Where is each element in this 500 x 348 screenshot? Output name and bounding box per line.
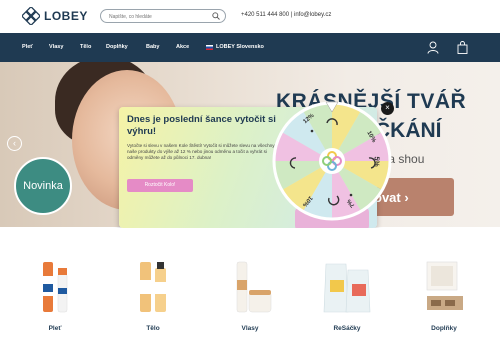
category-label: Pleť xyxy=(48,325,62,332)
logo-mark-icon xyxy=(22,7,40,25)
close-popup-button[interactable]: × xyxy=(381,102,394,115)
nav-item-akce[interactable]: Akce xyxy=(176,44,189,50)
header: LOBEY +420 511 444 800 | info@lobey.cz xyxy=(0,0,500,33)
category-vlasy[interactable]: Vlasy xyxy=(215,258,285,340)
spin-button[interactable]: Roztočit Kolo! xyxy=(127,179,193,192)
nav-item-doplnky[interactable]: Doplňky xyxy=(106,44,128,50)
nav-label: Baby xyxy=(146,44,160,50)
popup-body: Vytočte si slevu v našem Kole Štěstí! Vy… xyxy=(127,143,275,160)
page: LOBEY +420 511 444 800 | info@lobey.cz P… xyxy=(0,0,500,348)
slider-prev-button[interactable]: ‹ xyxy=(7,136,22,151)
main-nav: Pleť Vlasy Tělo Doplňky Baby Akce LOBEY … xyxy=(0,33,500,62)
category-resacky[interactable]: ReSáčky xyxy=(312,258,382,340)
nav-label: Akce xyxy=(176,44,190,50)
category-label: Doplňky xyxy=(431,325,457,332)
logo[interactable]: LOBEY xyxy=(22,7,88,25)
nav-label: LOBEY Slovensko xyxy=(216,44,264,50)
wheel-label: 5% xyxy=(372,156,380,167)
nav-item-lobey-slovensko[interactable]: LOBEY Slovensko xyxy=(206,44,264,50)
category-plet[interactable]: Pleť xyxy=(20,258,90,340)
search-box[interactable] xyxy=(100,9,226,23)
prize-wheel[interactable]: 12% 10% 5% 7% 10% xyxy=(271,100,393,230)
novinka-badge: Novinka xyxy=(14,157,72,215)
category-label: Vlasy xyxy=(241,325,259,332)
category-doplnky[interactable]: Doplňky xyxy=(409,258,479,340)
cart-icon[interactable] xyxy=(457,41,468,54)
nav-item-vlasy[interactable]: Vlasy xyxy=(49,44,63,50)
category-telo[interactable]: Tělo xyxy=(118,258,188,340)
search-input[interactable] xyxy=(109,12,209,21)
nav-item-plet[interactable]: Pleť xyxy=(22,44,33,50)
nav-item-baby[interactable]: Baby xyxy=(146,44,159,50)
user-icon[interactable] xyxy=(427,41,439,54)
nav-label: Pleť xyxy=(22,44,33,50)
nav-label: Vlasy xyxy=(49,44,64,50)
popup-title: Dnes je poslední šance vytočit si výhru! xyxy=(127,114,276,137)
search-icon[interactable] xyxy=(212,12,220,20)
category-section: Pleť Tělo Vlasy ReSáčky Doplňky xyxy=(0,228,500,348)
nav-label: Doplňky xyxy=(106,44,128,50)
nav-item-telo[interactable]: Tělo xyxy=(80,44,91,50)
logo-text: LOBEY xyxy=(44,9,88,23)
category-label: ReSáčky xyxy=(333,325,361,332)
nav-label: Tělo xyxy=(80,44,92,50)
slovak-flag-icon xyxy=(206,44,213,50)
category-label: Tělo xyxy=(146,325,160,332)
contact-info[interactable]: +420 511 444 800 | info@lobey.cz xyxy=(241,12,331,18)
